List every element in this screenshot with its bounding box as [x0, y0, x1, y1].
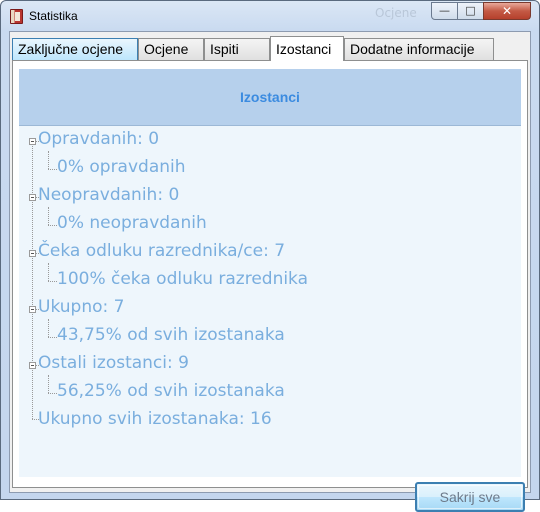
tab-izostanci[interactable]: Izostanci [270, 36, 344, 61]
tree-item-ukupno-percent[interactable]: 43,75% od svih izostanaka [57, 325, 285, 345]
tree-item-ukupno-svih[interactable]: Ukupno svih izostanaka: 16 [38, 409, 272, 429]
maximize-button[interactable]: □ [457, 2, 484, 20]
client-area: Zaključne ocjene Ocjene Ispiti Izostanci… [9, 31, 531, 512]
tab-ocjene[interactable]: Ocjene [138, 38, 204, 60]
tree-connector [48, 375, 49, 393]
window-title: Statistika [29, 9, 78, 23]
tab-ispiti[interactable]: Ispiti [204, 38, 270, 60]
tab-zakljucne-ocjene[interactable]: Zaključne ocjene [12, 38, 138, 60]
book-icon [10, 9, 23, 24]
tree-connector [48, 169, 57, 170]
tree-connector [48, 151, 49, 169]
tree-connector [48, 337, 57, 338]
statistika-window: Statistika Ocjene — □ ✕ Zaključne ocjene… [0, 0, 540, 512]
hide-all-button[interactable]: Sakrij sve [415, 482, 525, 512]
tree-connector [48, 263, 49, 281]
maximize-icon: □ [465, 4, 476, 17]
close-icon: ✕ [501, 4, 513, 18]
statistics-tree-view[interactable]: Izostanci Opravdanih: 0 0% opravdanih Ne… [19, 69, 521, 477]
collapse-icon[interactable] [29, 194, 36, 201]
tree-item-neopravdanih-percent[interactable]: 0% neopravdanih [57, 213, 207, 233]
tree-connector [48, 393, 57, 394]
minimize-button[interactable]: — [431, 2, 458, 20]
tree-connector [48, 319, 49, 337]
tab-panel-izostanci: Izostanci Opravdanih: 0 0% opravdanih Ne… [12, 60, 528, 512]
collapse-icon[interactable] [29, 362, 36, 369]
minimize-icon: — [439, 4, 450, 17]
close-button[interactable]: ✕ [483, 2, 531, 20]
tree-connector [48, 225, 57, 226]
tree-item-ostali-izostanci-percent[interactable]: 56,25% od svih izostanaka [57, 381, 285, 401]
tree-connector [48, 207, 49, 225]
collapse-icon[interactable] [29, 250, 36, 257]
title-bar[interactable]: Statistika Ocjene — □ ✕ [1, 1, 539, 31]
background-window-title: Ocjene [375, 6, 417, 20]
tree-connector [48, 281, 57, 282]
tree-item-opravdanih-percent[interactable]: 0% opravdanih [57, 157, 186, 177]
tree-item-ceka-odluku-percent[interactable]: 100% čeka odluku razrednika [57, 269, 308, 289]
panel-header-title: Izostanci [240, 89, 300, 105]
collapse-icon[interactable] [29, 138, 36, 145]
panel-header: Izostanci [19, 69, 521, 126]
tree-item-opravdanih[interactable]: Opravdanih: 0 [38, 129, 159, 149]
tree-item-ostali-izostanci[interactable]: Ostali izostanci: 9 [38, 353, 189, 373]
tree-item-ukupno[interactable]: Ukupno: 7 [38, 297, 124, 317]
tree-root-line [32, 363, 33, 419]
tab-dodatne-informacije[interactable]: Dodatne informacije [344, 38, 494, 60]
tree-item-neopravdanih[interactable]: Neopravdanih: 0 [38, 185, 179, 205]
collapse-icon[interactable] [29, 306, 36, 313]
tree-item-ceka-odluku[interactable]: Čeka odluku razrednika/ce: 7 [38, 241, 285, 261]
